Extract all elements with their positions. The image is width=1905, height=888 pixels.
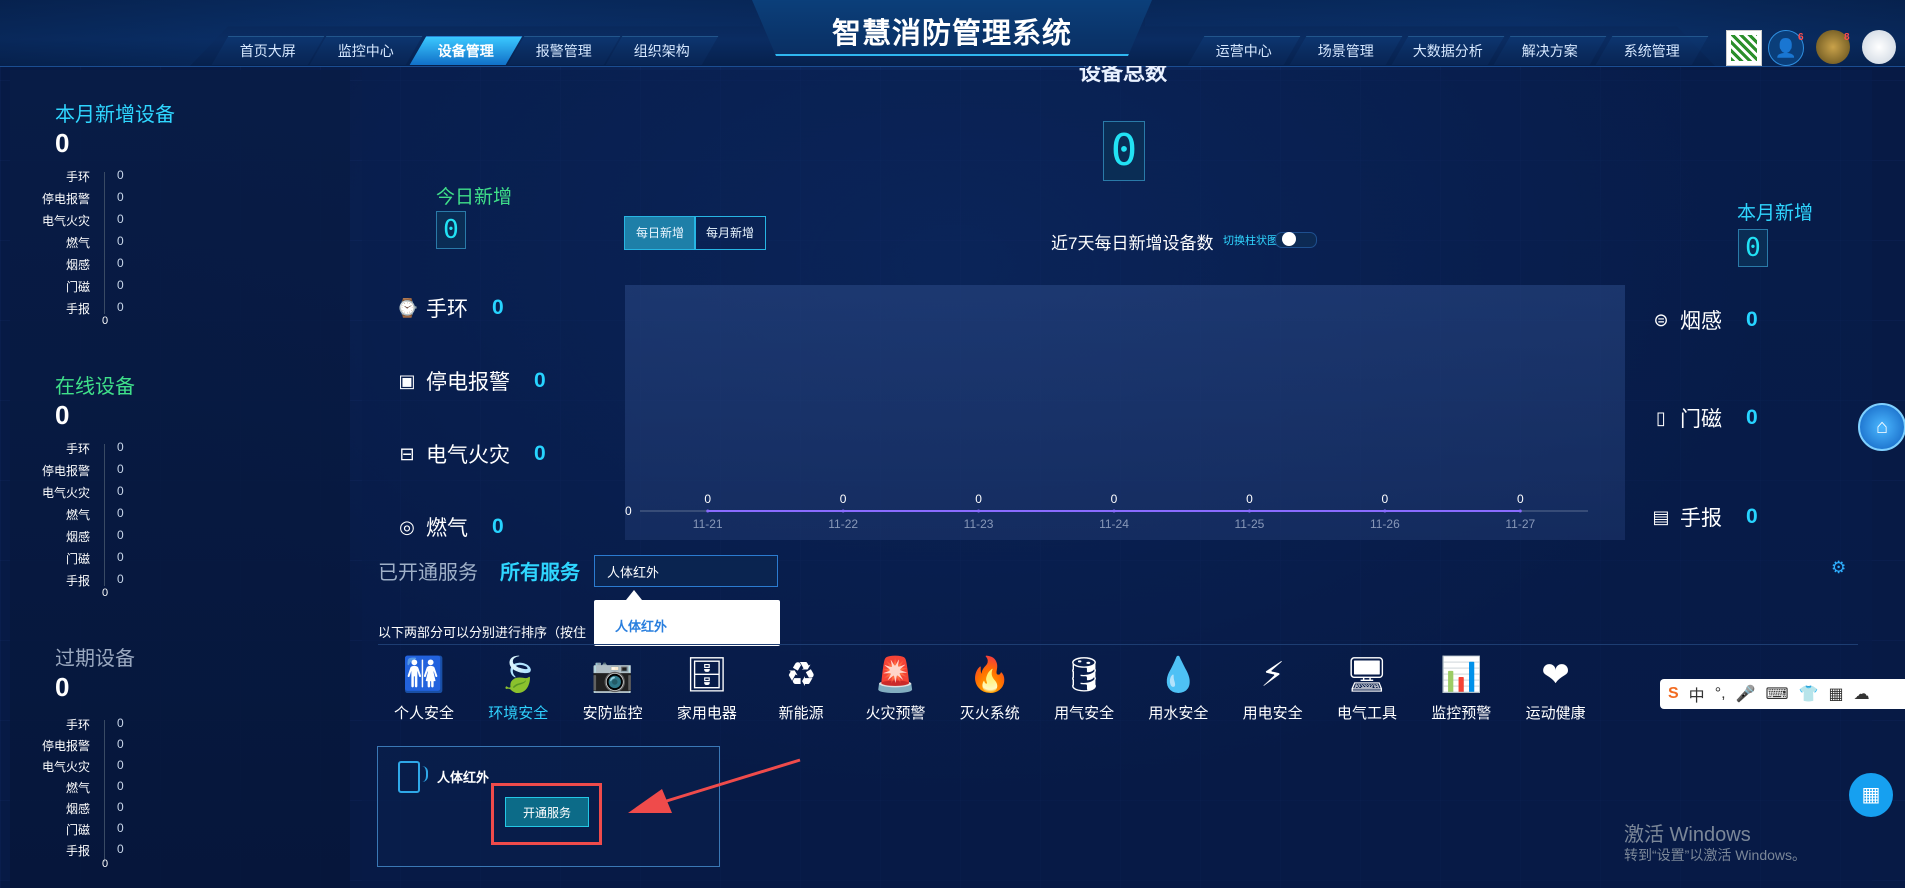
chart-data-point: [1247, 509, 1251, 513]
tab-opened-services[interactable]: 已开通服务: [378, 556, 478, 585]
recycle-icon: ♻: [785, 656, 817, 694]
ime-microphone-icon[interactable]: 🎤: [1736, 684, 1756, 704]
category-tile[interactable]: 🍃 环境安全: [478, 654, 558, 723]
chart-data-point: [1112, 509, 1116, 513]
chart-data-label: 0: [840, 492, 847, 506]
category-tile[interactable]: 🔥 灭火系统: [950, 654, 1030, 723]
category-tile-label: 灭火系统: [959, 705, 1020, 722]
ime-cloud-icon[interactable]: ☁: [1854, 684, 1870, 704]
chart-x-tick: 11-25: [1235, 517, 1265, 531]
chart-x-tick: 11-26: [1370, 517, 1400, 531]
category-tile-label: 火灾预警: [865, 705, 926, 722]
monitor-alert-icon: 📊: [1440, 656, 1483, 694]
category-tile[interactable]: 🚨 火灾预警: [856, 654, 936, 723]
gas-safety-icon: 🛢: [1062, 656, 1106, 694]
category-tile-label: 用气安全: [1054, 705, 1115, 722]
category-tile[interactable]: 🛢 用气安全: [1044, 654, 1124, 723]
category-tile[interactable]: ❤ 运动健康: [1516, 654, 1596, 723]
category-tile-label: 环境安全: [488, 705, 549, 722]
ime-skin-icon[interactable]: 👕: [1799, 684, 1819, 704]
home-float-button[interactable]: ⌂: [1858, 403, 1905, 451]
category-tile-label: 电气工具: [1336, 705, 1397, 722]
category-tile-label: 用电安全: [1242, 705, 1303, 722]
daily-new-device-chart: 0 11-21 0 11-22 0 11-23 0 11-24 0 11-25 0 11-26 0 11-…: [625, 492, 1588, 531]
chart-data-label: 0: [1382, 492, 1389, 506]
category-tile[interactable]: ⚡ 用电安全: [1233, 654, 1313, 723]
home-appliance-icon: 🗄: [685, 656, 729, 694]
chart-x-tick: 11-21: [693, 517, 723, 531]
health-heart-icon: ❤: [1541, 656, 1570, 694]
chart-data-label: 0: [1111, 492, 1118, 506]
ime-toolbox-icon[interactable]: ▦: [1828, 684, 1843, 704]
category-tile-label: 安防监控: [582, 705, 643, 722]
category-tile[interactable]: 📷 安防监控: [573, 654, 653, 723]
chart-y-tick: 0: [625, 504, 632, 518]
section-divider: [378, 644, 1858, 645]
chart-data-point: [977, 509, 981, 513]
ime-keyboard-icon[interactable]: ⌨: [1765, 684, 1788, 704]
fire-extinguish-icon: 🔥: [968, 656, 1011, 694]
water-safety-icon: 💧: [1157, 656, 1200, 694]
chart-data-point: [841, 509, 845, 513]
chart-x-tick: 11-24: [1099, 517, 1129, 531]
annotation-highlight-box: [491, 783, 602, 845]
category-tile[interactable]: 📊 监控预警: [1421, 654, 1501, 723]
ime-toolbar[interactable]: S 中 °, 🎤 ⌨ 👕 ▦ ☁: [1660, 679, 1905, 709]
sogou-icon[interactable]: S: [1668, 685, 1679, 703]
security-camera-icon: 📷: [591, 656, 634, 694]
chart-data-point: [1518, 509, 1522, 513]
category-tile[interactable]: 🖥 电气工具: [1327, 654, 1407, 723]
service-card-title: 人体红外: [437, 770, 490, 785]
chart-data-point: [706, 509, 710, 513]
chart-x-tick: 11-22: [828, 517, 858, 531]
chart-x-tick: 11-23: [964, 517, 994, 531]
service-search-input[interactable]: [594, 555, 778, 587]
category-tile[interactable]: 🗄 家用电器: [667, 654, 747, 723]
electric-tool-icon: 🖥: [1345, 656, 1389, 694]
dropdown-caret: [626, 590, 642, 600]
electricity-safety-icon: ⚡: [1260, 656, 1285, 694]
chart-data-label: 0: [1246, 492, 1253, 506]
category-tile-label: 个人安全: [393, 705, 454, 722]
environment-safety-icon: 🍃: [497, 656, 540, 694]
chart-data-label: 0: [975, 492, 982, 506]
ime-chinese-mode[interactable]: 中: [1689, 682, 1705, 706]
category-tile[interactable]: 🚻 个人安全: [384, 654, 464, 723]
category-tile-label: 家用电器: [676, 705, 737, 722]
category-tile-label: 监控预警: [1431, 705, 1492, 722]
sort-hint: 以下两部分可以分别进行排序（按住: [378, 625, 587, 640]
infrared-sensor-icon: [398, 761, 420, 793]
annotation-arrow: [628, 758, 801, 813]
windows-activation-subtitle: 转到“设置”以激活 Windows。: [1624, 847, 1807, 863]
settings-gear-icon[interactable]: ⚙: [1831, 558, 1846, 578]
apps-grid-button[interactable]: ▦: [1849, 773, 1893, 817]
category-tile-label: 运动健康: [1525, 705, 1586, 722]
windows-activation-title: 激活 Windows: [1624, 824, 1751, 846]
dropdown-option[interactable]: 人体红外: [615, 616, 667, 635]
chart-data-label: 0: [1517, 492, 1524, 506]
category-tile-label: 用水安全: [1148, 705, 1209, 722]
tab-all-services[interactable]: 所有服务: [500, 556, 580, 585]
chart-data-point: [1383, 509, 1387, 513]
category-tile-label: 新能源: [778, 705, 824, 722]
category-tile[interactable]: ♻ 新能源: [761, 654, 841, 723]
ime-punctuation[interactable]: °,: [1715, 685, 1726, 703]
category-tile[interactable]: 💧 用水安全: [1138, 654, 1218, 723]
chart-x-tick: 11-27: [1505, 517, 1535, 531]
chart-data-label: 0: [704, 492, 711, 506]
personal-safety-icon: 🚻: [402, 656, 446, 694]
fire-alarm-icon: 🚨: [874, 656, 917, 694]
